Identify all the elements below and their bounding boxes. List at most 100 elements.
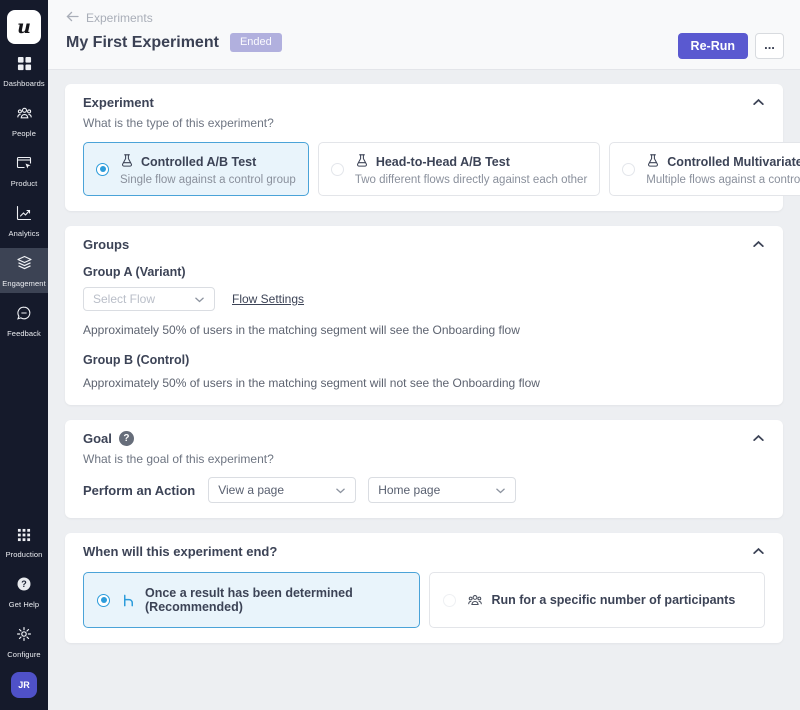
group-b-note: Approximately 50% of users in the matchi…: [83, 376, 765, 390]
option-title: Controlled A/B Test: [141, 155, 256, 169]
sidebar-item-label: Analytics: [9, 229, 40, 238]
breadcrumb[interactable]: Experiments: [66, 11, 784, 25]
end-section-title: When will this experiment end?: [83, 544, 277, 559]
help-icon: ?: [16, 576, 32, 597]
option-subtitle: Single flow against a control group: [120, 174, 296, 186]
sidebar-item-engagement[interactable]: Engagement: [0, 248, 48, 293]
collapse-experiment-button[interactable]: [752, 96, 765, 109]
sidebar-item-label: Dashboards: [3, 79, 44, 88]
flask-icon: [120, 153, 134, 171]
sidebar-item-label: Configure: [7, 650, 40, 659]
user-avatar[interactable]: JR: [11, 672, 37, 698]
experiment-options: Controlled A/B Test Single flow against …: [83, 142, 765, 196]
select-flow-placeholder: Select Flow: [93, 292, 155, 306]
page-content: Experiment What is the type of this expe…: [48, 70, 800, 710]
goal-panel: Goal ? What is the goal of this experime…: [65, 420, 783, 518]
avatar-initials: JR: [18, 680, 30, 690]
end-option-title: Once a result has been determined (Recom…: [145, 586, 406, 614]
action-target-value: Home page: [378, 483, 440, 497]
status-badge: Ended: [230, 33, 282, 52]
chevron-up-icon: [752, 96, 765, 109]
sidebar-item-product[interactable]: Product: [0, 148, 48, 193]
back-icon[interactable]: [66, 11, 79, 25]
people-icon: [16, 105, 33, 126]
rerun-button[interactable]: Re-Run: [678, 33, 748, 59]
action-type-dropdown[interactable]: View a page: [208, 477, 356, 503]
chevron-up-icon: [752, 545, 765, 558]
option-head-to-head-ab-test[interactable]: Head-to-Head A/B Test Two different flow…: [318, 142, 600, 196]
group-a-label: Group A (Variant): [83, 265, 765, 279]
sidebar: u Dashboards People Product Analytics: [0, 0, 48, 710]
action-target-dropdown[interactable]: Home page: [368, 477, 516, 503]
goal-section-title: Goal: [83, 431, 112, 446]
collapse-groups-button[interactable]: [752, 238, 765, 251]
option-title: Head-to-Head A/B Test: [376, 155, 510, 169]
groups-section-title: Groups: [83, 237, 129, 252]
engagement-icon: [16, 255, 33, 276]
sidebar-item-feedback[interactable]: Feedback: [0, 298, 48, 343]
sidebar-item-production[interactable]: Production: [0, 521, 48, 564]
svg-text:?: ?: [21, 579, 27, 589]
radio-unselected[interactable]: [443, 594, 456, 607]
experiment-question: What is the type of this experiment?: [83, 116, 765, 130]
option-end-on-participants[interactable]: Run for a specific number of participant…: [429, 572, 766, 628]
sidebar-item-get-help[interactable]: ? Get Help: [0, 569, 48, 614]
dashboards-icon: [17, 56, 32, 76]
sidebar-item-label: Product: [11, 179, 38, 188]
main-area: Experiments My First Experiment Ended Re…: [48, 0, 800, 710]
goal-help-icon[interactable]: ?: [119, 431, 134, 446]
flask-icon: [646, 153, 660, 171]
production-icon: [17, 528, 31, 547]
breadcrumb-label[interactable]: Experiments: [86, 11, 153, 25]
option-controlled-ab-test[interactable]: Controlled A/B Test Single flow against …: [83, 142, 309, 196]
gear-icon: [16, 626, 32, 647]
option-controlled-multivariate-test[interactable]: Controlled Multivariate Test Multiple fl…: [609, 142, 800, 196]
collapse-goal-button[interactable]: [752, 432, 765, 445]
option-end-on-result[interactable]: Once a result has been determined (Recom…: [83, 572, 420, 628]
sidebar-item-people[interactable]: People: [0, 98, 48, 143]
app-logo[interactable]: u: [7, 10, 41, 44]
select-flow-dropdown[interactable]: Select Flow: [83, 287, 215, 311]
sidebar-item-label: Production: [6, 550, 43, 559]
chevron-up-icon: [752, 238, 765, 251]
group-b-label: Group B (Control): [83, 353, 765, 367]
chevron-down-icon: [335, 485, 346, 496]
header-actions: Re-Run ...: [678, 33, 784, 59]
collapse-end-button[interactable]: [752, 545, 765, 558]
option-title: Controlled Multivariate Test: [667, 155, 800, 169]
sidebar-item-configure[interactable]: Configure: [0, 619, 48, 664]
radio-unselected[interactable]: [622, 163, 635, 176]
radio-unselected[interactable]: [331, 163, 344, 176]
goal-question: What is the goal of this experiment?: [83, 452, 765, 466]
group-a-note: Approximately 50% of users in the matchi…: [83, 323, 765, 337]
analytics-icon: [16, 205, 32, 226]
logo-glyph: u: [17, 16, 31, 38]
ellipsis-icon: ...: [764, 38, 775, 51]
sidebar-item-label: Get Help: [9, 600, 39, 609]
experiment-section-title: Experiment: [83, 95, 154, 110]
help-glyph: ?: [123, 433, 129, 444]
experiment-panel: Experiment What is the type of this expe…: [65, 84, 783, 211]
sidebar-item-label: Feedback: [7, 329, 41, 338]
page-header: Experiments My First Experiment Ended Re…: [48, 0, 800, 70]
perform-action-label: Perform an Action: [83, 483, 195, 498]
flow-settings-link[interactable]: Flow Settings: [232, 292, 304, 306]
action-type-value: View a page: [218, 483, 284, 497]
chevron-down-icon: [495, 485, 506, 496]
chevron-up-icon: [752, 432, 765, 445]
sidebar-item-dashboards[interactable]: Dashboards: [0, 49, 48, 93]
product-icon: [16, 155, 32, 176]
app-window: u Dashboards People Product Analytics: [0, 0, 800, 710]
radio-selected[interactable]: [97, 594, 110, 607]
sidebar-item-analytics[interactable]: Analytics: [0, 198, 48, 243]
more-options-button[interactable]: ...: [755, 33, 784, 59]
page-title: My First Experiment: [66, 34, 219, 52]
flask-icon: [355, 153, 369, 171]
radio-selected[interactable]: [96, 163, 109, 176]
feedback-icon: [16, 305, 32, 326]
end-option-title: Run for a specific number of participant…: [492, 593, 736, 607]
option-subtitle: Multiple flows against a control group: [646, 174, 800, 186]
participants-icon: [467, 592, 483, 608]
sidebar-item-label: People: [12, 129, 36, 138]
title-row: My First Experiment Ended: [66, 33, 784, 52]
